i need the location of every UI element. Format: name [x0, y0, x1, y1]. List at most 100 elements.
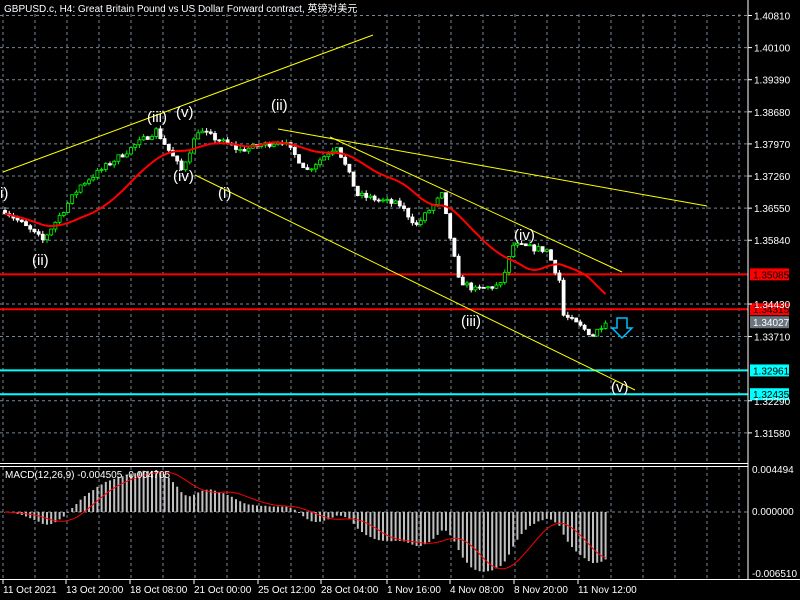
macd-histogram-bar [361, 512, 363, 533]
macd-histogram-bar [352, 512, 355, 524]
macd-histogram-bar [222, 493, 225, 512]
candle-body [318, 159, 322, 166]
macd-histogram-bar [117, 477, 120, 512]
price-tick-label: 1.33710 [754, 333, 791, 344]
macd-histogram-bar [50, 512, 53, 525]
macd-histogram-bar [499, 512, 502, 566]
candle-body [385, 199, 390, 201]
candle-body [582, 324, 587, 330]
candle-body [309, 168, 314, 171]
macd-histogram-bar [226, 494, 229, 512]
candle-body [355, 185, 360, 196]
macd-histogram-bar [247, 504, 250, 512]
candle-body [544, 249, 549, 252]
macd-histogram-bar [92, 490, 95, 512]
candle-body [599, 328, 604, 330]
price-tick-label: 1.38680 [754, 108, 791, 119]
candle-body [15, 217, 20, 221]
candle-body [40, 233, 45, 241]
candle-body [45, 234, 49, 241]
candle-body [91, 177, 96, 181]
candle-body [116, 154, 121, 162]
wave-label: (v) [176, 104, 194, 121]
macd-histogram-bar [209, 489, 212, 512]
macd-histogram-bar [298, 512, 300, 513]
candle-body [28, 225, 33, 230]
candle-body [141, 136, 146, 141]
candle-body [150, 136, 154, 140]
candle-body [95, 169, 100, 178]
time-tick-label: 25 Oct 12:00 [258, 585, 316, 596]
macd-histogram-bar [571, 512, 573, 548]
macd-label: MACD(12,26,9) -0.004505 -0.004705 [5, 470, 171, 481]
macd-histogram-bar [243, 503, 246, 512]
macd-histogram-bar [415, 512, 418, 546]
macd-histogram-bar [550, 512, 552, 520]
macd-histogram-bar [167, 477, 170, 512]
candle-body [444, 192, 448, 215]
macd-histogram-bar [37, 512, 40, 522]
chart-title: GBPUSD.c, H4: Great Britain Pound vs US … [4, 2, 357, 15]
candle-body [553, 259, 558, 274]
candle-body [158, 128, 163, 140]
macd-histogram-bar [289, 507, 292, 512]
candle-body [540, 246, 545, 252]
candle-body [334, 147, 339, 152]
candle-body [574, 317, 579, 323]
horizontal-levels[interactable]: 1.350851.343151.329611.324351.34027 [0, 268, 790, 401]
macd-histogram-bar [277, 506, 279, 512]
candle-body [486, 286, 490, 289]
trendline-lower-channel[interactable] [194, 174, 636, 391]
wave-label: (iv) [173, 168, 194, 185]
wave-label: (iii) [461, 313, 481, 330]
wave-label: i) [0, 185, 8, 202]
grid [0, 14, 748, 579]
macd-histogram-bar [436, 512, 439, 535]
macd-histogram-bar [319, 512, 321, 522]
macd-pane [4, 469, 607, 572]
candle-body [372, 195, 377, 201]
macd-histogram-bar [58, 512, 61, 520]
macd-histogram-bar [205, 489, 208, 512]
price-tick-label: 1.35840 [754, 236, 791, 247]
macd-histogram-bar [541, 512, 544, 521]
macd-histogram-bar [592, 512, 594, 564]
macd-histogram-bar [407, 512, 410, 543]
price-chart[interactable]: 1.350851.343151.329611.324351.34027 i) (… [0, 0, 800, 600]
macd-histogram-bar [260, 505, 263, 512]
macd-histogram-bar [394, 512, 397, 541]
macd-histogram-bar [457, 512, 460, 551]
candle-body [557, 272, 562, 281]
time-tick-label: 1 Nov 16:00 [387, 585, 441, 596]
trendline-resistance-short[interactable] [329, 136, 623, 273]
macd-histogram-bar [482, 512, 485, 572]
candle-body [456, 255, 461, 278]
candle-body [120, 154, 125, 158]
candle-body [196, 132, 201, 140]
macd-histogram-bar [373, 512, 376, 539]
macd-histogram-bar [533, 512, 536, 524]
macd-histogram-bar [470, 512, 473, 568]
candle-body [49, 228, 54, 236]
macd-tick: -0.006510 [752, 569, 797, 580]
candle-body [364, 192, 369, 198]
candle-body [112, 160, 117, 166]
candle-body [162, 138, 167, 145]
candle-body [78, 184, 83, 193]
candle-body [435, 197, 440, 205]
macd-histogram-bar [495, 512, 498, 569]
time-axis[interactable]: 11 Oct 2021 13 Oct 20:00 18 Oct 08:00 21 Oc… [2, 579, 637, 596]
macd-histogram-bar [491, 512, 494, 571]
macd-histogram-bar [281, 506, 284, 512]
candle-body [502, 271, 507, 283]
macd-histogram-bar [554, 512, 557, 523]
macd-histogram-bar [545, 512, 548, 519]
candle-body [66, 203, 70, 213]
candle-body [108, 163, 112, 166]
macd-histogram-bar [478, 512, 481, 572]
macd-histogram-bar [184, 495, 187, 512]
candle-body [448, 213, 453, 239]
candle-body [82, 182, 87, 186]
candle-body [523, 243, 528, 247]
candle-body [591, 334, 595, 337]
